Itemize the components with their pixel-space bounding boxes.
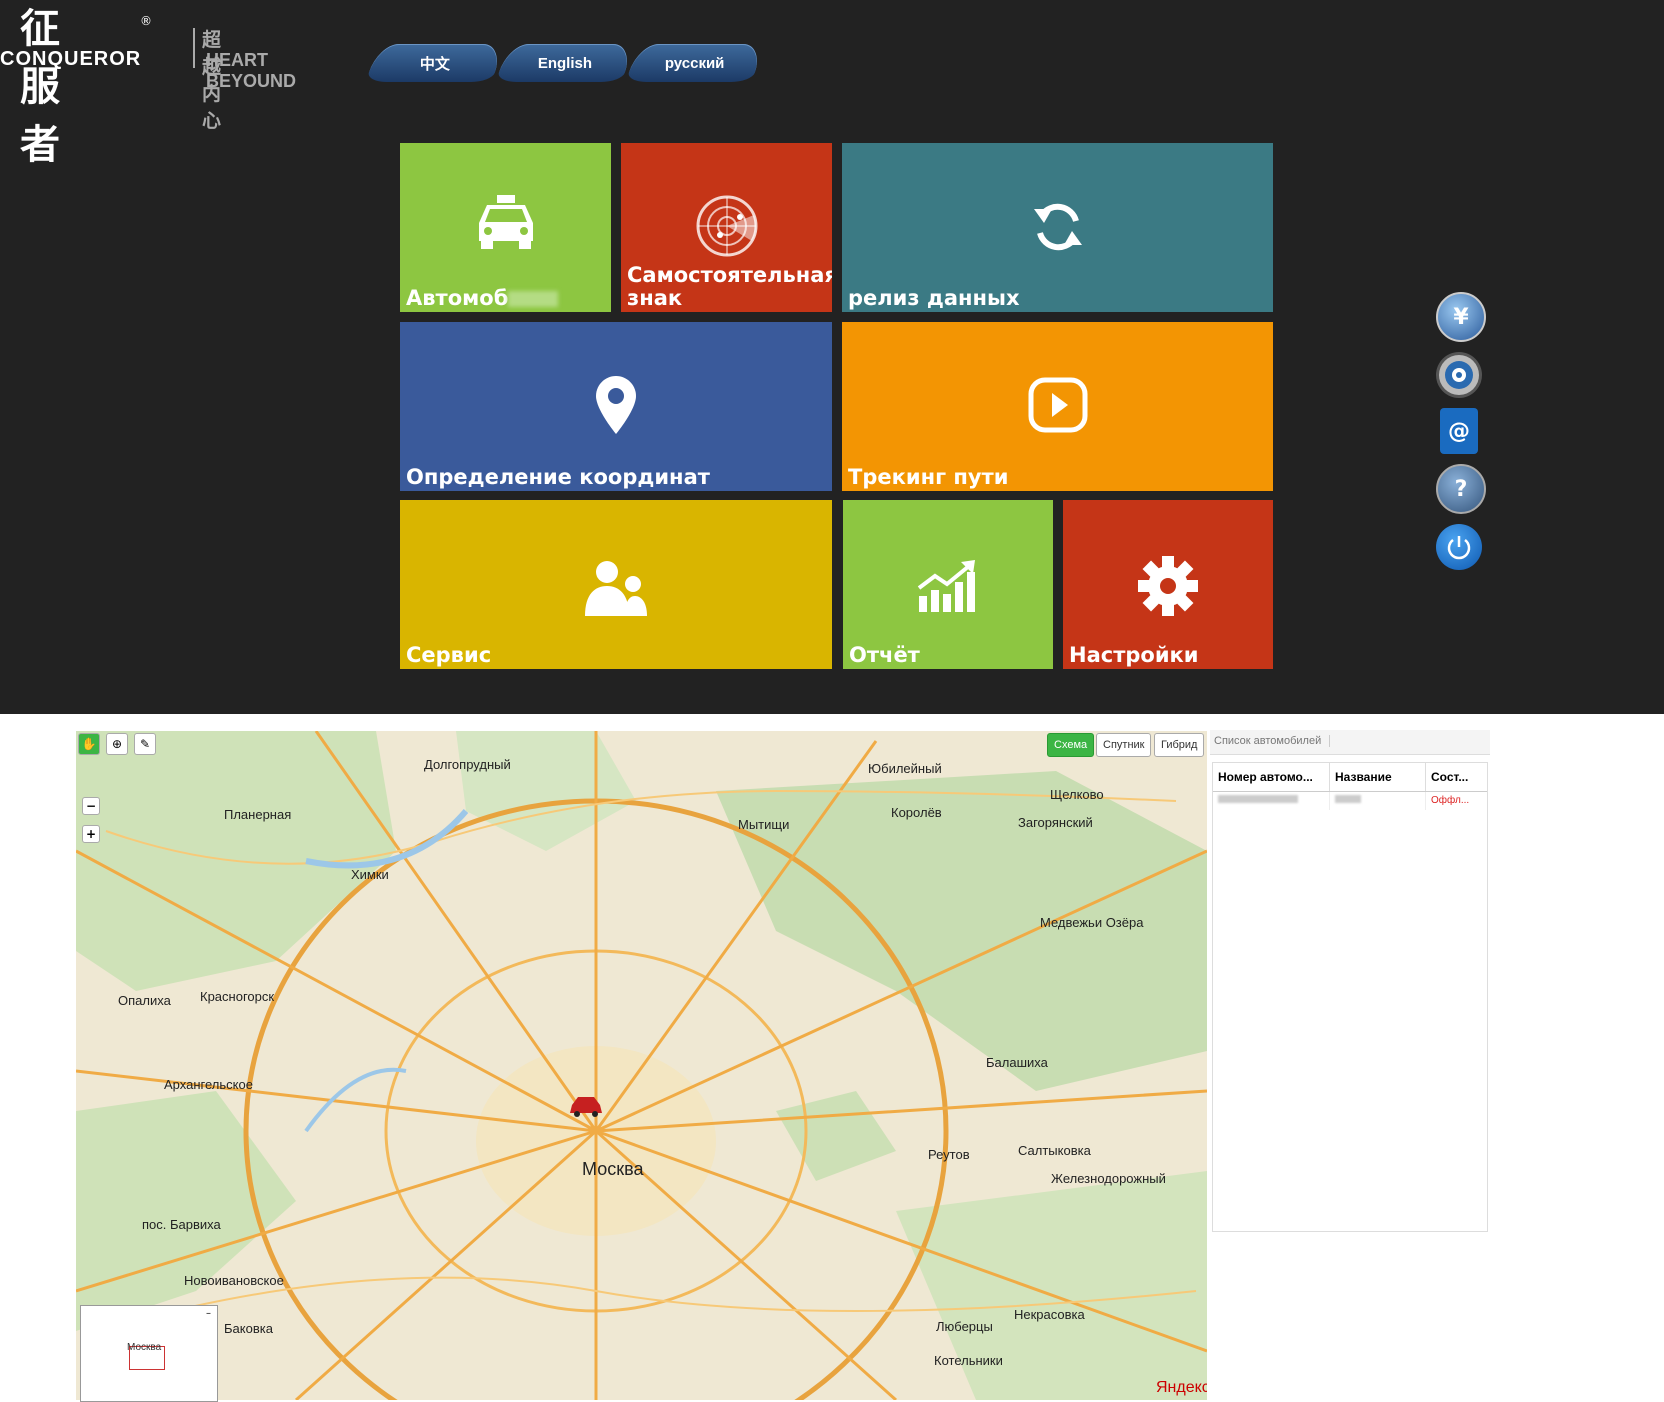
- lang-russian-label: русский: [665, 54, 725, 72]
- tile-vehicles-label: Автомоб: [406, 286, 509, 310]
- map-city-label: Баковка: [224, 1321, 273, 1336]
- logo-cn: 征服者: [20, 6, 60, 168]
- col-name[interactable]: Название: [1330, 763, 1426, 791]
- tile-location[interactable]: Определение координат: [400, 322, 832, 491]
- tile-tracking-label: Трекинг пути: [848, 465, 1009, 489]
- help-icon[interactable]: ?: [1436, 464, 1486, 514]
- map-city-label: Долгопрудный: [424, 757, 511, 772]
- map-city-label: Загорянский: [1018, 815, 1093, 830]
- map-city-label: Планерная: [224, 807, 292, 822]
- map-city-label: Архангельское: [164, 1077, 253, 1092]
- tile-vehicles[interactable]: Автомоб: [400, 143, 611, 312]
- tile-settings[interactable]: Настройки: [1063, 500, 1273, 669]
- lang-chinese-tab[interactable]: 中文: [365, 44, 505, 82]
- gear-icon[interactable]: [1436, 352, 1482, 398]
- map-city-label: Медвежьи Озёра: [1040, 915, 1144, 930]
- users-icon: [400, 560, 832, 616]
- ruler-button[interactable]: ✎: [134, 733, 156, 755]
- redacted-name: [1335, 795, 1361, 803]
- lang-english-tab[interactable]: English: [495, 44, 635, 82]
- map-city-label: Мытищи: [738, 817, 790, 832]
- row-status: Оффл...: [1431, 795, 1470, 806]
- map-city-label: Щелково: [1050, 787, 1104, 802]
- map-city-label: Москва: [582, 1159, 644, 1179]
- map-type-satellite[interactable]: Спутник: [1096, 733, 1152, 757]
- tile-report-label: Отчёт: [849, 643, 920, 667]
- map-city-label: Юбилейный: [868, 761, 942, 776]
- tile-self-sign[interactable]: Самостоятельная знак: [621, 143, 832, 312]
- tile-settings-label: Настройки: [1069, 643, 1199, 667]
- vehicle-list-table: Номер автомо... Название Сост... Оффл...: [1212, 762, 1488, 1232]
- map-type-scheme[interactable]: Схема: [1047, 733, 1095, 757]
- redacted-text: [508, 291, 559, 307]
- yen-icon[interactable]: ¥: [1436, 292, 1486, 342]
- radar-icon: [621, 195, 832, 257]
- map-type-hybrid[interactable]: Гибрид: [1154, 733, 1205, 757]
- logo-divider: [193, 28, 195, 68]
- map-city-label: Красногорск: [200, 989, 275, 1004]
- refresh-icon: [842, 199, 1273, 255]
- map-city-label: пос. Барвиха: [142, 1217, 221, 1232]
- pan-tool-button[interactable]: ✋: [78, 733, 100, 755]
- redacted-number: [1218, 795, 1298, 803]
- map-city-label: Железнодорожный: [1051, 1171, 1166, 1186]
- lang-russian-tab[interactable]: русский: [625, 44, 765, 82]
- minimap-collapse-icon[interactable]: –: [206, 1308, 211, 1319]
- tile-data-release[interactable]: релиз данных: [842, 143, 1273, 312]
- gear-icon: [1063, 556, 1273, 616]
- zoom-box-button[interactable]: ⊕: [106, 733, 128, 755]
- lang-chinese-label: 中文: [419, 55, 450, 73]
- map-city-label: Люберцы: [936, 1319, 993, 1334]
- map-city-label: Опалиха: [118, 993, 171, 1008]
- top-panel: 征服者 ® CONQUEROR 超越内心 HEART BEYOUND 中文 En…: [0, 0, 1664, 714]
- map-city-label: Котельники: [934, 1353, 1003, 1368]
- tile-location-label: Определение координат: [406, 465, 710, 489]
- play-icon: [842, 377, 1273, 433]
- vehicle-list-header: Номер автомо... Название Сост...: [1213, 763, 1487, 792]
- minimap-label: Москва: [127, 1342, 162, 1353]
- language-tabs: 中文 English русский: [365, 44, 765, 82]
- zoom-in-button[interactable]: +: [82, 825, 100, 843]
- slogan-en: HEART BEYOUND: [206, 50, 297, 91]
- tile-self-sign-label: Самостоятельная знак: [627, 263, 832, 310]
- map[interactable]: Долгопрудный Мытищи Королёв Юбилейный Щелков…: [76, 731, 1207, 1400]
- map-city-label: Балашиха: [986, 1055, 1048, 1070]
- power-icon[interactable]: [1436, 524, 1482, 570]
- map-city-label: Королёв: [891, 805, 942, 820]
- col-status[interactable]: Сост...: [1426, 763, 1486, 791]
- email-icon[interactable]: @: [1440, 408, 1478, 454]
- vehicle-list-tab-label: Список автомобилей: [1214, 735, 1331, 747]
- map-city-label: Яндекс: [1156, 1379, 1207, 1396]
- map-city-label: Салтыковка: [1018, 1143, 1091, 1158]
- map-pin-icon: [400, 376, 832, 434]
- tile-tracking[interactable]: Трекинг пути: [842, 322, 1273, 491]
- map-city-label: Реутов: [928, 1147, 970, 1162]
- car-icon: [400, 195, 611, 249]
- map-city-label: Химки: [351, 867, 389, 882]
- side-icons: ¥ @ ?: [1436, 292, 1486, 580]
- map-city-label: Некрасовка: [1014, 1307, 1085, 1322]
- table-row[interactable]: Оффл...: [1213, 792, 1487, 810]
- chart-icon: [843, 560, 1053, 612]
- tile-service-label: Сервис: [406, 643, 492, 667]
- vehicle-list-tab[interactable]: Список автомобилей: [1210, 730, 1490, 755]
- tile-data-release-label: релиз данных: [848, 286, 1020, 310]
- lang-english-label: English: [537, 54, 593, 72]
- map-city-label: Новоивановское: [184, 1273, 284, 1288]
- logo-registered: ®: [140, 14, 152, 28]
- overview-minimap[interactable]: Москва –: [80, 1305, 218, 1402]
- tile-report[interactable]: Отчёт: [843, 500, 1053, 669]
- zoom-out-button[interactable]: −: [82, 797, 100, 815]
- logo-en: CONQUEROR: [0, 48, 142, 70]
- tile-service[interactable]: Сервис: [400, 500, 832, 669]
- col-number[interactable]: Номер автомо...: [1213, 763, 1330, 791]
